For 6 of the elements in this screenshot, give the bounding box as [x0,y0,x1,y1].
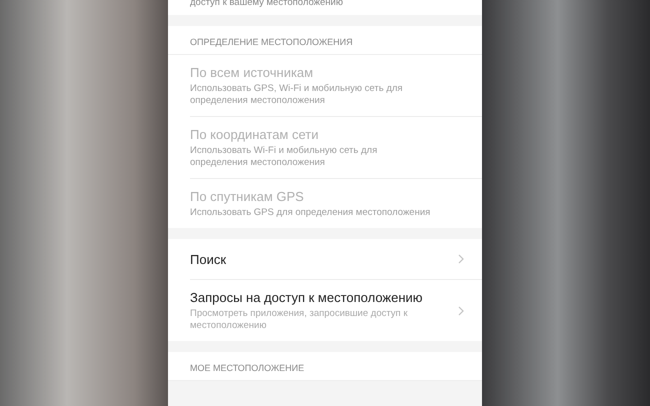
section-header: ОПРЕДЕЛЕНИЕ МЕСТОПОЛОЖЕНИЯ [168,26,482,55]
settings-item[interactable]: Запросы на доступ к местоположению Просмотреть приложения, запросившие доступ к местоположению [190,280,482,341]
item-subtitle: доступ к вашему местоположению [190,0,344,9]
chevron-right-icon [458,254,464,264]
section-header: МОЕ МЕСТОПОЛОЖЕНИЕ [168,352,482,381]
chevron-right-icon [458,306,464,316]
